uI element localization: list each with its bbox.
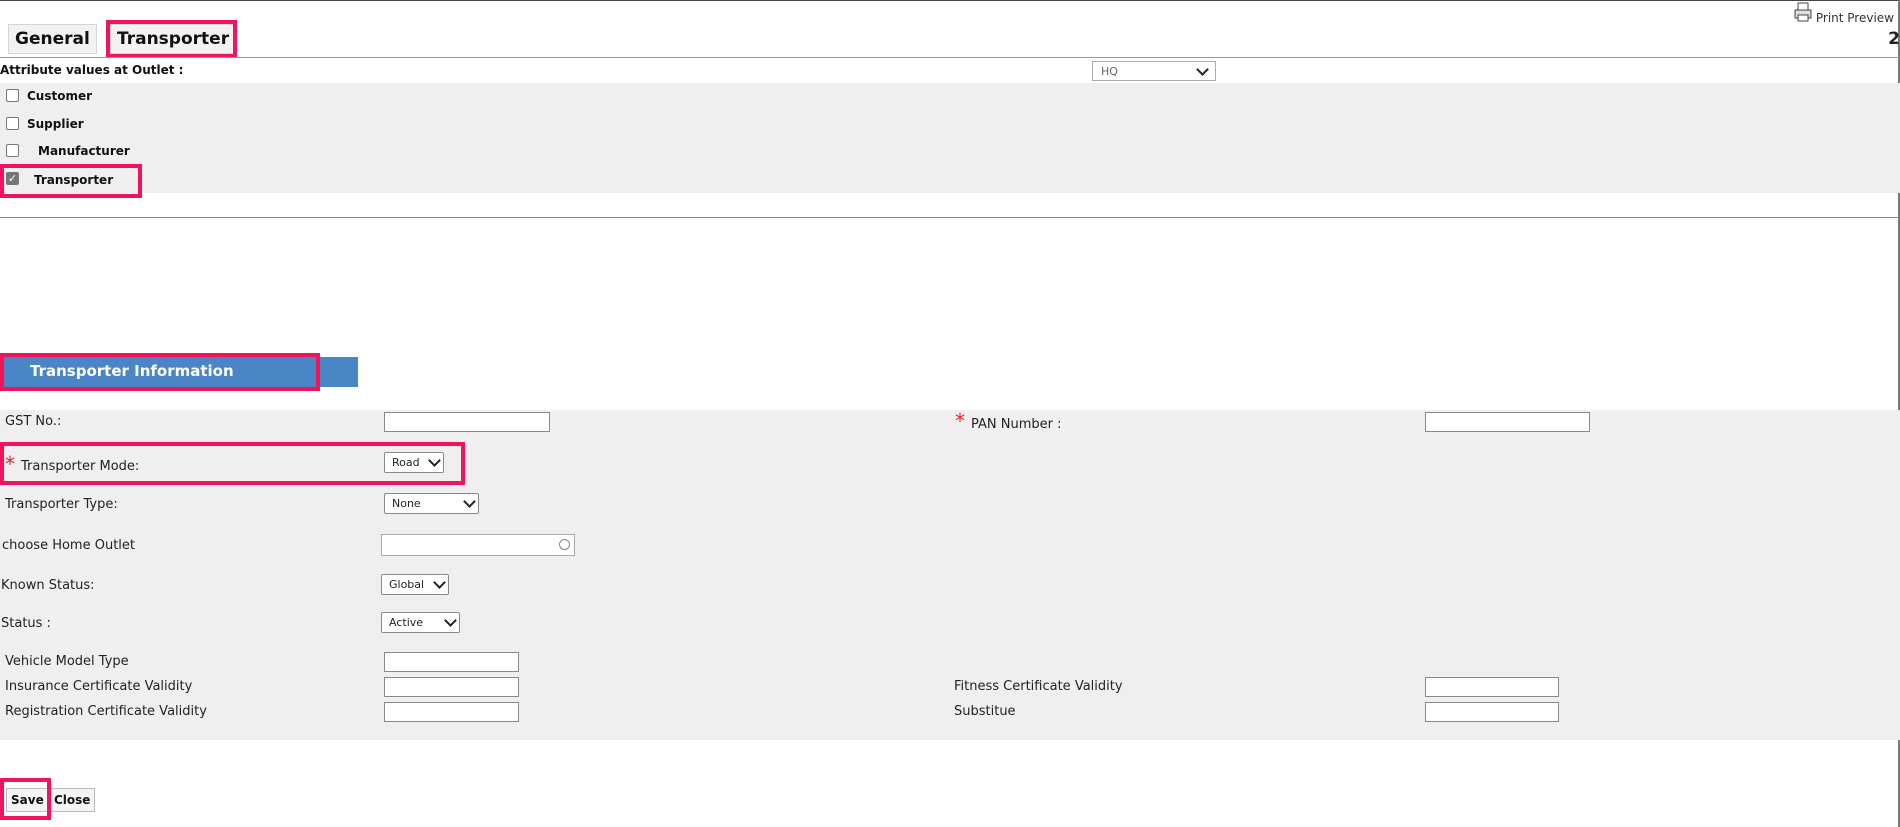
fitness-validity-input[interactable] xyxy=(1425,677,1559,697)
printer-icon xyxy=(1793,2,1813,25)
tab-general[interactable]: General xyxy=(8,24,97,54)
section-divider xyxy=(0,217,1900,218)
status-select[interactable]: Active xyxy=(381,612,460,633)
outlet-label: Attribute values at Outlet : xyxy=(0,63,184,77)
transporter-label: Transporter xyxy=(34,173,114,187)
insurance-validity-input[interactable] xyxy=(384,677,519,697)
vehicle-model-label: Vehicle Model Type xyxy=(5,654,129,669)
manufacturer-label: Manufacturer xyxy=(38,144,130,158)
chevron-down-icon xyxy=(463,495,476,508)
attribute-panel xyxy=(0,83,1900,193)
transporter-type-label: Transporter Type: xyxy=(5,497,118,512)
manufacturer-checkbox[interactable] xyxy=(6,144,19,157)
chevron-down-icon xyxy=(1196,62,1209,76)
substitute-input[interactable] xyxy=(1425,702,1559,722)
lookup-circle-icon[interactable] xyxy=(559,539,570,550)
tab-divider xyxy=(0,57,1900,58)
section-title: Transporter Information xyxy=(30,362,234,380)
print-preview-link[interactable]: Print Preview xyxy=(1793,2,1894,25)
registration-validity-input[interactable] xyxy=(384,702,519,722)
tab-transporter[interactable]: Transporter xyxy=(110,24,237,54)
home-outlet-label: choose Home Outlet xyxy=(2,538,135,553)
pan-label: PAN Number : xyxy=(971,417,1062,432)
transporter-form-panel xyxy=(0,410,1900,740)
transporter-type-value: None xyxy=(392,497,421,510)
registration-validity-label: Registration Certificate Validity xyxy=(5,704,207,719)
gst-label: GST No.: xyxy=(5,414,62,429)
transporter-type-select[interactable]: None xyxy=(384,493,479,514)
customer-label: Customer xyxy=(27,89,93,103)
known-status-select[interactable]: Global xyxy=(381,574,449,595)
mode-required-mark: * xyxy=(5,452,15,476)
transporter-mode-select[interactable]: Road xyxy=(384,452,444,473)
known-status-label: Known Status: xyxy=(1,578,95,593)
pan-required-mark: * xyxy=(955,409,965,433)
outlet-select-value: HQ xyxy=(1101,64,1118,78)
print-preview-label: Print Preview xyxy=(1815,11,1894,25)
pan-input[interactable] xyxy=(1425,412,1590,432)
substitute-label: Substitue xyxy=(954,704,1016,719)
known-status-value: Global xyxy=(389,578,425,591)
transporter-mode-value: Road xyxy=(392,456,420,469)
supplier-label: Supplier xyxy=(27,117,84,131)
close-button[interactable]: Close xyxy=(49,788,96,812)
customer-checkbox[interactable] xyxy=(6,89,19,102)
vehicle-model-input[interactable] xyxy=(384,652,519,672)
outlet-select[interactable]: HQ xyxy=(1092,61,1216,81)
top-border xyxy=(0,0,1900,1)
chevron-down-icon xyxy=(444,614,457,627)
page-count: 2 xyxy=(1888,29,1900,49)
status-value: Active xyxy=(389,616,424,629)
chevron-down-icon xyxy=(433,576,446,589)
fitness-validity-label: Fitness Certificate Validity xyxy=(954,679,1123,694)
status-label: Status : xyxy=(1,616,51,631)
transporter-checkbox[interactable]: ✓ xyxy=(6,172,19,185)
supplier-checkbox[interactable] xyxy=(6,117,19,130)
save-button[interactable]: Save xyxy=(6,788,49,812)
transporter-mode-label: Transporter Mode: xyxy=(21,459,140,474)
insurance-validity-label: Insurance Certificate Validity xyxy=(5,679,193,694)
home-outlet-input[interactable] xyxy=(381,534,575,556)
chevron-down-icon xyxy=(428,454,441,467)
gst-input[interactable] xyxy=(384,412,550,432)
